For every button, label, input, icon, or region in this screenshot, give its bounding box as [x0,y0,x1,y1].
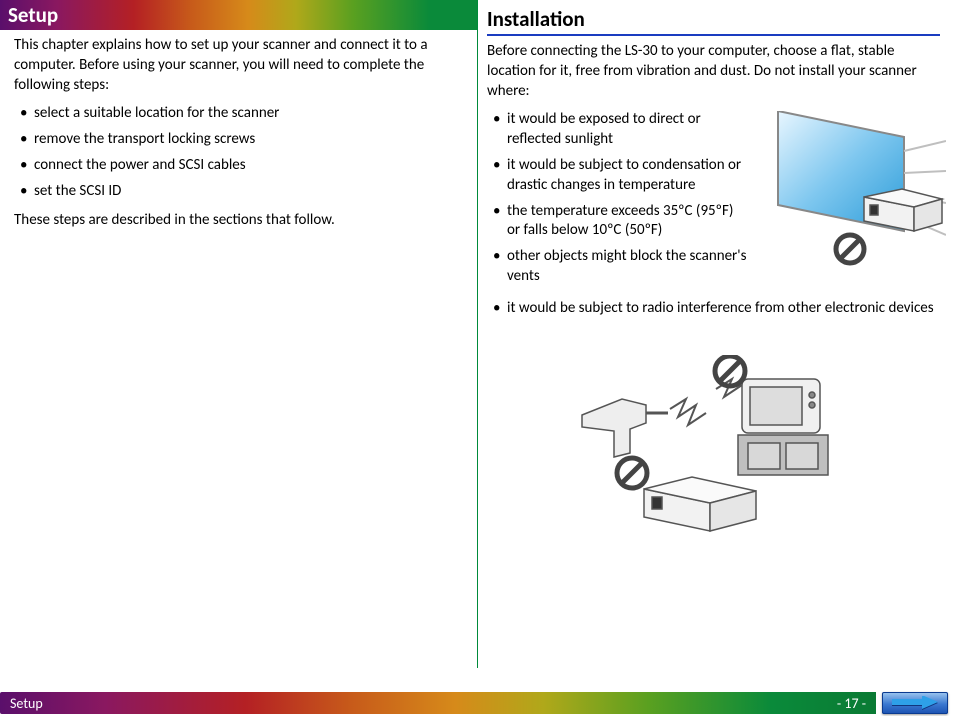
list-item: remove the transport locking screws [14,127,469,153]
installation-intro: Before connecting the LS-30 to your comp… [487,42,940,101]
list-item: the temperature exceeds 35ºC (95ºF) or f… [487,199,747,245]
setup-steps-list: select a suitable location for the scann… [14,101,469,204]
list-item: it would be subject to condensation or d… [487,153,747,199]
prohibition-icon [617,458,647,488]
prohibition-icon [836,235,864,263]
list-item: it would be exposed to direct or reflect… [487,107,747,153]
title-underline [487,34,940,36]
list-item: select a suitable location for the scann… [14,101,469,127]
installation-title: Installation [487,0,940,34]
next-page-button[interactable] [882,692,948,714]
footer-page-number: - 17 - [837,695,866,712]
list-item: set the SCSI ID [14,179,469,205]
setup-outro: These steps are described in the section… [14,211,469,231]
installation-warnings-list-wide: it would be subject to radio interferenc… [487,296,940,322]
setup-title: Setup [8,2,58,28]
footer-section-label: Setup [10,695,43,712]
setup-heading-bar: Setup [0,0,477,30]
installation-warnings-list: it would be exposed to direct or reflect… [487,107,747,289]
setup-intro: This chapter explains how to set up your… [14,36,469,95]
list-item: it would be subject to radio interferenc… [487,296,940,322]
interference-illustration [574,355,854,545]
footer-bar: Setup - 17 - [0,692,954,716]
list-item: other objects might block the scanner's … [487,244,747,290]
list-item: connect the power and SCSI cables [14,153,469,179]
arrow-right-icon [892,696,938,710]
sunlight-illustration [746,111,946,271]
